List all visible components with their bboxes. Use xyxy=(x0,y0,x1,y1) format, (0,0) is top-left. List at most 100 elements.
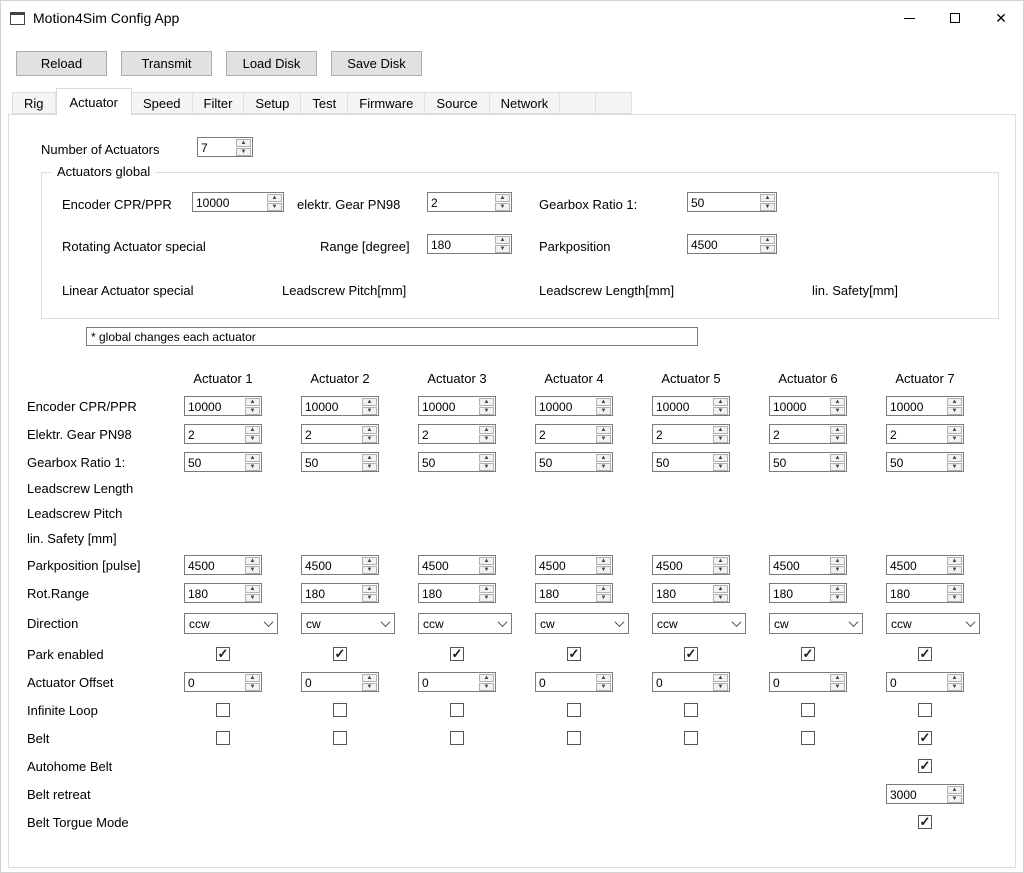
spin-up-button[interactable]: ▲ xyxy=(830,454,845,462)
spin-down-button[interactable]: ▼ xyxy=(596,407,611,415)
spin-down-button[interactable]: ▼ xyxy=(947,566,962,574)
encoder-cpr-ppr-spinner-4[interactable]: 10000▲▼ xyxy=(535,396,613,416)
spin-up-button[interactable]: ▲ xyxy=(495,194,510,202)
spin-up-button[interactable]: ▲ xyxy=(713,557,728,565)
spin-down-button[interactable]: ▼ xyxy=(245,683,260,691)
gearbox-ratio-1-spinner-3[interactable]: 50▲▼ xyxy=(418,452,496,472)
rot-range-spinner-3[interactable]: 180▲▼ xyxy=(418,583,496,603)
maximize-button[interactable] xyxy=(932,0,978,36)
spin-down-button[interactable]: ▼ xyxy=(362,566,377,574)
spin-up-button[interactable]: ▲ xyxy=(267,194,282,202)
actuator-offset-spinner-6[interactable]: 0▲▼ xyxy=(769,672,847,692)
spin-down-button[interactable]: ▼ xyxy=(760,245,775,253)
spin-down-button[interactable]: ▼ xyxy=(479,683,494,691)
spin-down-button[interactable]: ▼ xyxy=(947,463,962,471)
spin-up-button[interactable]: ▲ xyxy=(362,557,377,565)
tab-test[interactable]: Test xyxy=(301,92,348,114)
spin-down-button[interactable]: ▼ xyxy=(245,463,260,471)
belt-torgue-mode-checkbox-7[interactable]: ✓ xyxy=(918,815,932,829)
spin-up-button[interactable]: ▲ xyxy=(596,557,611,565)
spin-down-button[interactable]: ▼ xyxy=(362,594,377,602)
direction-dropdown-4[interactable]: cw xyxy=(535,613,629,634)
spin-up-button[interactable]: ▲ xyxy=(362,454,377,462)
spin-down-button[interactable]: ▼ xyxy=(362,683,377,691)
encoder-cpr-ppr-spinner-7[interactable]: 10000▲▼ xyxy=(886,396,964,416)
encoder-cpr-ppr-spinner-3[interactable]: 10000▲▼ xyxy=(418,396,496,416)
parkposition-pulse-spinner-6[interactable]: 4500▲▼ xyxy=(769,555,847,575)
autohome-belt-checkbox-7[interactable]: ✓ xyxy=(918,759,932,773)
park-enabled-checkbox-7[interactable]: ✓ xyxy=(918,647,932,661)
spin-up-button[interactable]: ▲ xyxy=(713,674,728,682)
spin-down-button[interactable]: ▼ xyxy=(596,435,611,443)
spin-up-button[interactable]: ▲ xyxy=(947,585,962,593)
belt-checkbox-4[interactable] xyxy=(567,731,581,745)
gearbox-ratio-1-spinner-5[interactable]: 50▲▼ xyxy=(652,452,730,472)
spin-down-button[interactable]: ▼ xyxy=(713,566,728,574)
gearbox-ratio-1-spinner-1[interactable]: 50▲▼ xyxy=(184,452,262,472)
actuator-offset-spinner-7[interactable]: 0▲▼ xyxy=(886,672,964,692)
direction-dropdown-3[interactable]: ccw xyxy=(418,613,512,634)
park-enabled-checkbox-2[interactable]: ✓ xyxy=(333,647,347,661)
global-note-input[interactable]: * global changes each actuator xyxy=(86,327,698,346)
spin-up-button[interactable]: ▲ xyxy=(713,454,728,462)
spin-down-button[interactable]: ▼ xyxy=(245,407,260,415)
actuator-offset-spinner-2[interactable]: 0▲▼ xyxy=(301,672,379,692)
direction-dropdown-2[interactable]: cw xyxy=(301,613,395,634)
spin-down-button[interactable]: ▼ xyxy=(596,463,611,471)
spin-up-button[interactable]: ▲ xyxy=(713,426,728,434)
spin-down-button[interactable]: ▼ xyxy=(947,594,962,602)
spin-up-button[interactable]: ▲ xyxy=(245,585,260,593)
rot-range-spinner-4[interactable]: 180▲▼ xyxy=(535,583,613,603)
actuator-offset-spinner-1[interactable]: 0▲▼ xyxy=(184,672,262,692)
tab-empty-10[interactable] xyxy=(596,92,632,114)
park-enabled-checkbox-6[interactable]: ✓ xyxy=(801,647,815,661)
spin-up-button[interactable]: ▲ xyxy=(479,426,494,434)
direction-dropdown-5[interactable]: ccw xyxy=(652,613,746,634)
spin-up-button[interactable]: ▲ xyxy=(830,557,845,565)
save-disk-button[interactable]: Save Disk xyxy=(331,51,422,76)
rot-range-spinner-6[interactable]: 180▲▼ xyxy=(769,583,847,603)
park-enabled-checkbox-3[interactable]: ✓ xyxy=(450,647,464,661)
tab-firmware[interactable]: Firmware xyxy=(348,92,425,114)
spin-up-button[interactable]: ▲ xyxy=(479,674,494,682)
spin-down-button[interactable]: ▼ xyxy=(947,407,962,415)
spin-down-button[interactable]: ▼ xyxy=(830,435,845,443)
spin-down-button[interactable]: ▼ xyxy=(713,683,728,691)
spin-down-button[interactable]: ▼ xyxy=(713,435,728,443)
load-disk-button[interactable]: Load Disk xyxy=(226,51,317,76)
elektr-gear-pn98-spinner-1[interactable]: 2▲▼ xyxy=(184,424,262,444)
spin-up-button[interactable]: ▲ xyxy=(245,674,260,682)
spin-down-button[interactable]: ▼ xyxy=(830,407,845,415)
spin-down-button[interactable]: ▼ xyxy=(362,407,377,415)
spin-up-button[interactable]: ▲ xyxy=(947,454,962,462)
belt-checkbox-7[interactable]: ✓ xyxy=(918,731,932,745)
spin-down-button[interactable]: ▼ xyxy=(596,566,611,574)
tab-setup[interactable]: Setup xyxy=(244,92,301,114)
infinite-loop-checkbox-6[interactable] xyxy=(801,703,815,717)
spin-up-button[interactable]: ▲ xyxy=(947,786,962,794)
belt-retreat-spinner-7[interactable]: 3000▲▼ xyxy=(886,784,964,804)
spin-up-button[interactable]: ▲ xyxy=(713,585,728,593)
spin-up-button[interactable]: ▲ xyxy=(947,426,962,434)
spin-up-button[interactable]: ▲ xyxy=(760,236,775,244)
tab-empty-9[interactable] xyxy=(560,92,596,114)
spin-up-button[interactable]: ▲ xyxy=(479,585,494,593)
spin-up-button[interactable]: ▲ xyxy=(479,557,494,565)
rot-range-spinner-2[interactable]: 180▲▼ xyxy=(301,583,379,603)
spin-up-button[interactable]: ▲ xyxy=(362,426,377,434)
spin-up-button[interactable]: ▲ xyxy=(596,398,611,406)
spin-down-button[interactable]: ▼ xyxy=(830,683,845,691)
rot-range-spinner-5[interactable]: 180▲▼ xyxy=(652,583,730,603)
spin-up-button[interactable]: ▲ xyxy=(947,398,962,406)
parkposition-pulse-spinner-4[interactable]: 4500▲▼ xyxy=(535,555,613,575)
direction-dropdown-7[interactable]: ccw xyxy=(886,613,980,634)
elektr-gear-pn98-spinner-4[interactable]: 2▲▼ xyxy=(535,424,613,444)
number-of-actuators-spinner[interactable]: 7▲▼ xyxy=(197,137,253,157)
spin-down-button[interactable]: ▼ xyxy=(947,795,962,803)
parkposition-pulse-spinner-5[interactable]: 4500▲▼ xyxy=(652,555,730,575)
rot-range-spinner-1[interactable]: 180▲▼ xyxy=(184,583,262,603)
gearbox-ratio-1-spinner-6[interactable]: 50▲▼ xyxy=(769,452,847,472)
reload-button[interactable]: Reload xyxy=(16,51,107,76)
park-enabled-checkbox-4[interactable]: ✓ xyxy=(567,647,581,661)
tab-actuator[interactable]: Actuator xyxy=(56,88,132,115)
